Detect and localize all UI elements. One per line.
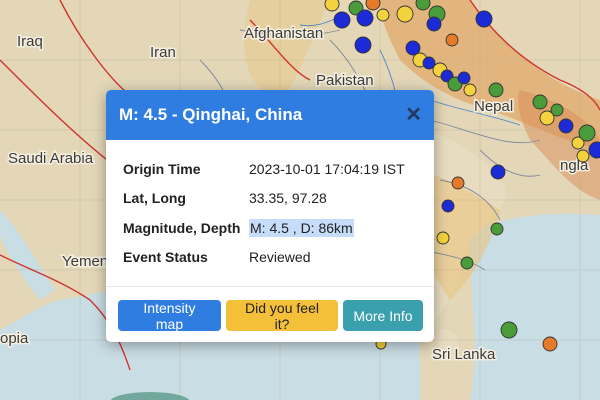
field-label: Event Status [123, 249, 208, 266]
label-saudi-arabia: Saudi Arabia [8, 150, 94, 167]
quake-marker [445, 33, 459, 47]
quake-marker [488, 82, 504, 98]
field-label: Lat, Long [123, 190, 186, 207]
field-label: Origin Time [123, 160, 201, 177]
popup-body: Origin Time 2023-10-01 17:04:19 IST Lat,… [106, 140, 434, 272]
label-ethiopia-partial: opia [0, 330, 29, 347]
quake-marker [333, 11, 351, 29]
field-value: 33.35, 97.28 [249, 190, 327, 207]
field-row-origin-time: Origin Time 2023-10-01 17:04:19 IST [123, 154, 417, 184]
quake-marker [578, 124, 596, 142]
popup-header: M: 4.5 - Qinghai, China ✕ [106, 90, 434, 140]
label-afghanistan: Afghanistan [244, 25, 323, 42]
quake-marker [426, 16, 442, 32]
label-nepal: Nepal [474, 98, 513, 115]
quake-marker [460, 256, 474, 270]
label-iraq: Iraq [17, 33, 43, 50]
quake-marker [365, 0, 381, 11]
quake-marker [532, 94, 548, 110]
quake-marker [457, 71, 471, 85]
quake-marker [463, 83, 477, 97]
label-sri-lanka: Sri Lanka [432, 346, 496, 363]
label-yemen: Yemen [62, 253, 108, 270]
earthquake-popup: M: 4.5 - Qinghai, China ✕ Origin Time 20… [106, 90, 434, 342]
quake-marker [356, 9, 374, 27]
quake-marker [576, 149, 590, 163]
quake-marker [490, 164, 506, 180]
quake-marker [490, 222, 504, 236]
quake-marker [436, 231, 450, 245]
did-you-feel-it-button[interactable]: Did you feel it? [226, 300, 338, 332]
quake-marker [441, 199, 455, 213]
field-row-lat-long: Lat, Long 33.35, 97.28 [123, 184, 417, 214]
label-pakistan: Pakistan [316, 72, 374, 89]
quake-marker [500, 321, 518, 339]
quake-marker [415, 0, 431, 11]
popup-actions: Intensity map Did you feel it? More Info [118, 300, 423, 332]
label-iran: Iran [150, 44, 176, 61]
bay-of-bengal [470, 213, 600, 400]
field-value-wrap: M: 4.5 , D: 86km [249, 218, 417, 237]
quake-marker [475, 10, 493, 28]
close-button[interactable]: ✕ [405, 105, 422, 125]
quake-marker [550, 103, 564, 117]
quake-marker [324, 0, 340, 12]
popup-title: M: 4.5 - Qinghai, China [119, 105, 303, 124]
quake-marker [396, 5, 414, 23]
intensity-map-button[interactable]: Intensity map [118, 300, 221, 332]
field-value: Reviewed [249, 249, 311, 266]
field-value: 2023-10-01 17:04:19 IST [249, 160, 405, 177]
quake-marker [451, 176, 465, 190]
quake-marker [376, 8, 390, 22]
field-row-event-status: Event Status Reviewed [123, 243, 417, 273]
divider [106, 286, 434, 287]
field-value: M: 4.5 , D: 86km [249, 218, 354, 237]
field-row-magnitude-depth: Magnitude, Depth M: 4.5 , D: 86km [123, 213, 417, 243]
quake-marker [558, 118, 574, 134]
more-info-button[interactable]: More Info [343, 300, 423, 331]
quake-marker [542, 336, 558, 352]
quake-marker [354, 36, 372, 54]
field-label: Magnitude, Depth [123, 219, 241, 236]
